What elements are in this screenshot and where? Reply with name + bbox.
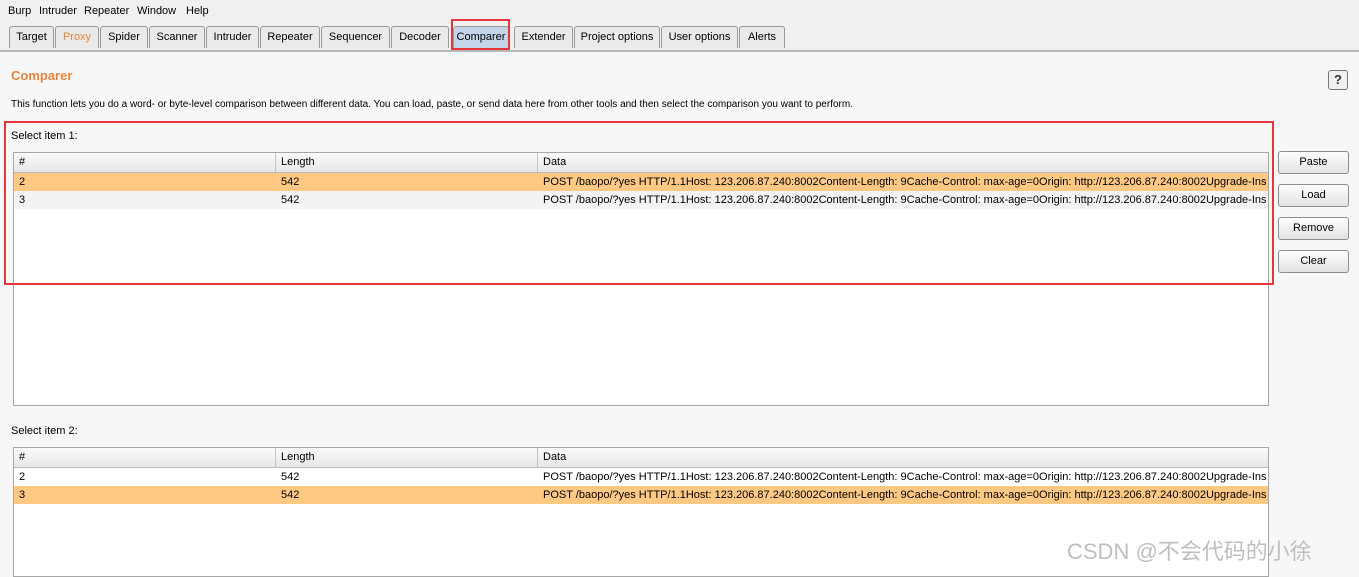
item-1-table-header: # Length Data	[14, 153, 1268, 173]
menu-burp[interactable]: Burp	[8, 5, 31, 17]
tab-repeater[interactable]: Repeater	[260, 26, 320, 48]
column-header-length[interactable]: Length	[276, 153, 538, 172]
tab-scanner[interactable]: Scanner	[149, 26, 205, 48]
tab-target[interactable]: Target	[9, 26, 54, 48]
page-description: This function lets you do a word- or byt…	[11, 99, 853, 110]
row-length: 542	[281, 194, 300, 206]
clear-button[interactable]: Clear	[1278, 250, 1349, 273]
table-row[interactable]: 3 542 POST /baopo/?yes HTTP/1.1Host: 123…	[14, 486, 1268, 504]
tab-comparer[interactable]: Comparer	[453, 26, 509, 48]
select-item-2-label: Select item 2:	[11, 425, 78, 437]
row-length: 542	[281, 176, 300, 188]
menu-window[interactable]: Window	[137, 5, 176, 17]
row-data: POST /baopo/?yes HTTP/1.1Host: 123.206.8…	[543, 489, 1266, 501]
row-num: 3	[19, 489, 26, 501]
column-header-length[interactable]: Length	[276, 448, 538, 467]
row-length: 542	[281, 489, 300, 501]
row-num: 2	[19, 471, 26, 483]
column-header-data[interactable]: Data	[538, 153, 1268, 172]
load-button[interactable]: Load	[1278, 184, 1349, 207]
help-icon[interactable]: ?	[1328, 70, 1348, 90]
column-header-data[interactable]: Data	[538, 448, 1268, 467]
column-header-num[interactable]: #	[14, 153, 276, 172]
row-data: POST /baopo/?yes HTTP/1.1Host: 123.206.8…	[543, 176, 1266, 188]
tab-alerts[interactable]: Alerts	[739, 26, 785, 48]
remove-button[interactable]: Remove	[1278, 217, 1349, 240]
page-title: Comparer	[11, 68, 73, 83]
row-data: POST /baopo/?yes HTTP/1.1Host: 123.206.8…	[543, 471, 1266, 483]
paste-button[interactable]: Paste	[1278, 151, 1349, 174]
item-1-table[interactable]: # Length Data 2 542 POST /baopo/?yes HTT…	[13, 152, 1269, 406]
row-num: 2	[19, 176, 26, 188]
row-num: 3	[19, 194, 26, 206]
tab-decoder[interactable]: Decoder	[391, 26, 449, 48]
menu-repeater[interactable]: Repeater	[84, 5, 129, 17]
row-data: POST /baopo/?yes HTTP/1.1Host: 123.206.8…	[543, 194, 1266, 206]
table-row[interactable]: 3 542 POST /baopo/?yes HTTP/1.1Host: 123…	[14, 191, 1268, 209]
watermark: CSDN @不会代码的小徐	[1067, 539, 1312, 564]
row-length: 542	[281, 471, 300, 483]
select-item-1-label: Select item 1:	[11, 130, 78, 142]
tab-spider[interactable]: Spider	[100, 26, 148, 48]
menu-intruder[interactable]: Intruder	[39, 5, 77, 17]
tab-user-options[interactable]: User options	[661, 26, 738, 48]
tab-project-options[interactable]: Project options	[574, 26, 660, 48]
menu-help[interactable]: Help	[186, 5, 209, 17]
column-header-num[interactable]: #	[14, 448, 276, 467]
tab-bar: Target Proxy Spider Scanner Intruder Rep…	[0, 22, 1359, 52]
table-row[interactable]: 2 542 POST /baopo/?yes HTTP/1.1Host: 123…	[14, 173, 1268, 191]
table-row[interactable]: 2 542 POST /baopo/?yes HTTP/1.1Host: 123…	[14, 468, 1268, 486]
item-2-table-header: # Length Data	[14, 448, 1268, 468]
menu-bar: Burp Intruder Repeater Window Help	[0, 0, 1359, 22]
tab-intruder[interactable]: Intruder	[206, 26, 259, 48]
tab-sequencer[interactable]: Sequencer	[321, 26, 390, 48]
tab-proxy[interactable]: Proxy	[55, 26, 99, 48]
tab-extender[interactable]: Extender	[514, 26, 573, 48]
